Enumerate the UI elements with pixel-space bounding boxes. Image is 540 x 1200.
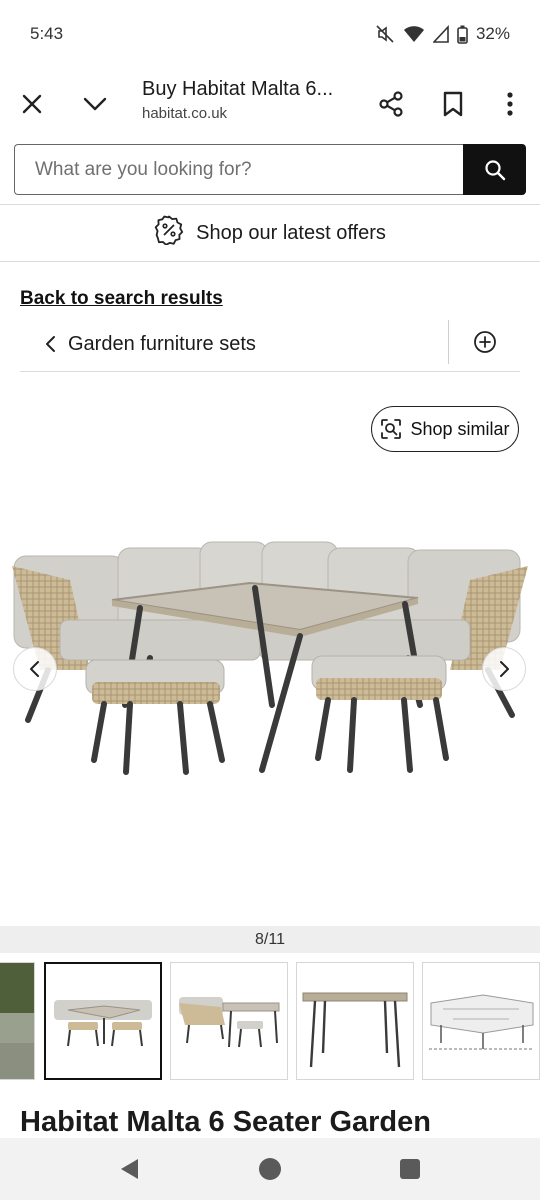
offers-banner[interactable]: Shop our latest offers (0, 205, 540, 261)
search-icon (484, 159, 505, 180)
chevron-left-icon[interactable] (44, 334, 58, 359)
discount-badge-icon (154, 215, 184, 251)
shop-similar-button[interactable]: Shop similar (371, 406, 519, 452)
status-time: 5:43 (30, 24, 64, 43)
search-button[interactable] (463, 144, 526, 195)
chevron-left-icon (30, 661, 39, 677)
chevron-right-icon (500, 661, 509, 677)
divider (0, 261, 540, 262)
offers-label: Shop our latest offers (196, 221, 386, 244)
bookmark-button[interactable] (431, 82, 475, 126)
recents-square-icon (400, 1159, 420, 1179)
close-tab-button[interactable] (10, 82, 54, 126)
plus-circle-icon (474, 331, 496, 353)
status-icons: 32% (375, 24, 510, 44)
previous-image-button[interactable] (13, 647, 57, 691)
more-vertical-icon (507, 92, 513, 116)
chevron-down-icon (83, 97, 107, 111)
thumbnail-image[interactable] (296, 962, 414, 1080)
back-triangle-icon (121, 1159, 138, 1179)
bookmark-icon (443, 91, 463, 117)
search-input[interactable] (14, 144, 463, 195)
signal-icon (432, 25, 449, 43)
thumbnail-image[interactable] (422, 962, 540, 1080)
product-title: Habitat Malta 6 Seater Garden (20, 1106, 431, 1138)
battery-icon (457, 25, 468, 44)
divider (448, 320, 449, 364)
wifi-icon (403, 25, 425, 43)
status-bar: 5:43 32% (0, 0, 540, 68)
page-title-block[interactable]: Buy Habitat Malta 6... habitat.co.uk (142, 78, 352, 122)
recents-button[interactable] (397, 1156, 423, 1182)
more-options-button[interactable] (488, 82, 532, 126)
back-button[interactable] (116, 1156, 142, 1182)
expand-button[interactable] (472, 329, 498, 360)
share-button[interactable] (369, 82, 413, 126)
system-navigation-bar (0, 1138, 540, 1200)
minimize-button[interactable] (73, 82, 117, 126)
product-main-image[interactable] (0, 470, 540, 910)
search-bar (14, 144, 526, 195)
image-counter-label: 8/11 (255, 930, 285, 948)
page-url: habitat.co.uk (142, 105, 228, 122)
thumbnail-image[interactable] (170, 962, 288, 1080)
mute-icon (375, 24, 395, 44)
visual-search-icon (381, 419, 402, 439)
thumbnail-strip (0, 962, 540, 1080)
browser-toolbar: Buy Habitat Malta 6... habitat.co.uk (0, 68, 540, 144)
thumbnail-image[interactable] (44, 962, 162, 1080)
page-title: Buy Habitat Malta 6... (142, 78, 334, 100)
close-icon (22, 94, 42, 114)
shop-similar-label: Shop similar (410, 418, 510, 439)
home-circle-icon (259, 1158, 281, 1180)
battery-percent: 32% (475, 24, 510, 43)
home-button[interactable] (257, 1156, 283, 1182)
back-to-search-link[interactable]: Back to search results (20, 288, 223, 310)
next-image-button[interactable] (482, 647, 526, 691)
share-icon (379, 91, 403, 117)
category-link[interactable]: Garden furniture sets (68, 333, 256, 356)
thumbnail-image[interactable] (0, 962, 35, 1080)
category-breadcrumb: Garden furniture sets (20, 320, 520, 372)
image-counter: 8/11 (0, 926, 540, 953)
